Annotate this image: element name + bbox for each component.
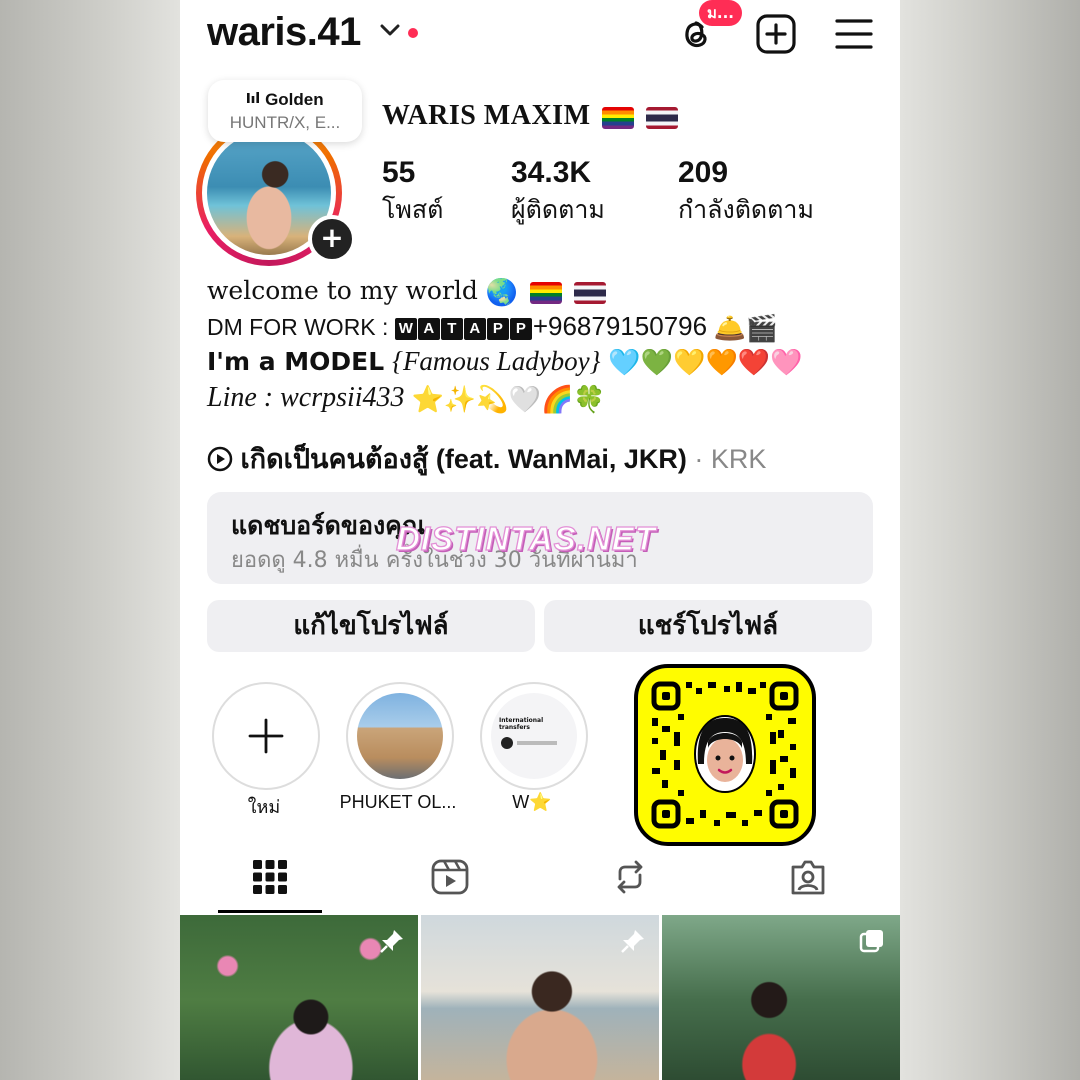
display-name-text: WARIS MAXIM xyxy=(382,100,591,131)
stat-posts[interactable]: 55 โพสต์ xyxy=(382,156,443,230)
tab-active-indicator xyxy=(218,910,322,913)
reposts-icon[interactable] xyxy=(610,857,650,901)
stat-posts-value: 55 xyxy=(382,156,416,189)
stat-following-label: กำลังติดตาม xyxy=(678,195,814,224)
tagged-icon[interactable] xyxy=(788,857,828,901)
music-bars-icon xyxy=(246,90,265,109)
bio-dm-label: DM FOR WORK : xyxy=(207,314,389,340)
letter-box: T xyxy=(440,317,463,340)
highlight-label: PHUKET OL... xyxy=(339,792,457,812)
letter-box: A xyxy=(417,317,440,340)
globe-icon: 🌏 xyxy=(485,277,519,308)
bell-icon: 🛎️ xyxy=(713,313,746,344)
plus-icon xyxy=(247,717,285,759)
highlight-w-thumb-text: International transfers xyxy=(499,717,544,731)
bio-line-2: DM FOR WORK : W A T A P P +96879150796 🛎️🎬 xyxy=(207,311,778,344)
sparkles-icon: ⭐✨💫🤍🌈🍀 xyxy=(411,384,606,414)
share-profile-button[interactable]: แชร์โปรไฟล์ xyxy=(544,600,872,652)
snapcode[interactable] xyxy=(634,664,816,846)
post-tile[interactable] xyxy=(180,915,418,1080)
stat-followers-value: 34.3K xyxy=(511,156,592,189)
notification-dot xyxy=(408,28,418,38)
profile-music[interactable]: เกิดเป็นคนต้องสู้ (feat. WanMai, JKR) · … xyxy=(207,437,766,480)
bio-line-1-text: welcome to my world xyxy=(207,276,478,305)
bio-line-id: Line : wcrpsii433 xyxy=(207,382,405,413)
display-name: WARIS MAXIM xyxy=(382,100,678,132)
music-artist: · KRK xyxy=(694,444,767,474)
highlight-w[interactable]: International transfers xyxy=(480,682,588,790)
pin-icon xyxy=(619,927,647,959)
play-circle-icon xyxy=(207,444,241,474)
reels-icon[interactable] xyxy=(430,857,470,901)
bio-model-text: I'm a MODEL xyxy=(207,347,385,376)
thailand-flag-icon xyxy=(645,106,678,129)
letter-box: P xyxy=(486,317,509,340)
carousel-icon xyxy=(858,927,886,959)
note-title: Golden xyxy=(265,90,324,109)
username[interactable]: waris.41 xyxy=(207,10,361,55)
hearts-icon: 🩵💚💛🧡❤️🩷 xyxy=(608,348,803,378)
grid-icon[interactable] xyxy=(250,857,290,901)
highlight-phuket-thumb xyxy=(357,693,443,779)
create-icon[interactable] xyxy=(754,12,798,56)
pride-flag-icon xyxy=(530,281,563,304)
add-story-icon[interactable]: + xyxy=(308,215,356,263)
threads-badge: ม... xyxy=(699,0,742,26)
menu-icon[interactable] xyxy=(832,12,876,56)
edit-profile-button[interactable]: แก้ไขโปรไฟล์ xyxy=(207,600,535,652)
note-subtitle: HUNTR/X, E... xyxy=(229,113,341,132)
note-bubble[interactable]: Golden HUNTR/X, E... xyxy=(208,80,362,142)
bio-line-3: I'm a MODEL {Famous Ladyboy} 🩵💚💛🧡❤️🩷 xyxy=(207,346,803,378)
letter-box: A xyxy=(463,317,486,340)
music-title: เกิดเป็นคนต้องสู้ (feat. WanMai, JKR) xyxy=(240,444,687,474)
stat-following-value: 209 xyxy=(678,156,729,189)
letter-box: P xyxy=(509,317,532,340)
highlight-label: W⭐ xyxy=(512,792,552,812)
chevron-down-icon[interactable] xyxy=(379,14,401,51)
bio-phone-number: +96879150796 xyxy=(532,311,708,341)
highlight-label: ใหม่ xyxy=(247,797,281,817)
stat-followers-label: ผู้ติดตาม xyxy=(511,195,605,224)
bio-line-4: Line : wcrpsii433 ⭐✨💫🤍🌈🍀 xyxy=(207,382,606,415)
pin-icon xyxy=(378,927,406,959)
thailand-flag-icon xyxy=(574,281,607,304)
profile-screen: waris.41 ม... + Golden HUNTR/X, E... WAR… xyxy=(180,0,900,1080)
letter-box: W xyxy=(394,317,417,340)
pride-flag-icon xyxy=(602,106,634,129)
bio-famous-text: {Famous Ladyboy} xyxy=(392,346,601,376)
highlight-new[interactable] xyxy=(212,682,320,790)
highlight-w-thumb: International transfers xyxy=(491,693,577,779)
stat-followers[interactable]: 34.3K ผู้ติดตาม xyxy=(511,156,605,230)
qr-code-icon xyxy=(651,681,799,829)
highlight-phuket[interactable] xyxy=(346,682,454,790)
watermark: DISTINTAS.NET xyxy=(395,519,656,557)
stat-following[interactable]: 209 กำลังติดตาม xyxy=(678,156,814,230)
post-tile[interactable] xyxy=(421,915,659,1080)
clapper-icon: 🎬 xyxy=(745,313,779,344)
post-tile[interactable] xyxy=(662,915,900,1080)
bio-line-1: welcome to my world 🌏 xyxy=(207,276,607,308)
stat-posts-label: โพสต์ xyxy=(382,195,444,224)
